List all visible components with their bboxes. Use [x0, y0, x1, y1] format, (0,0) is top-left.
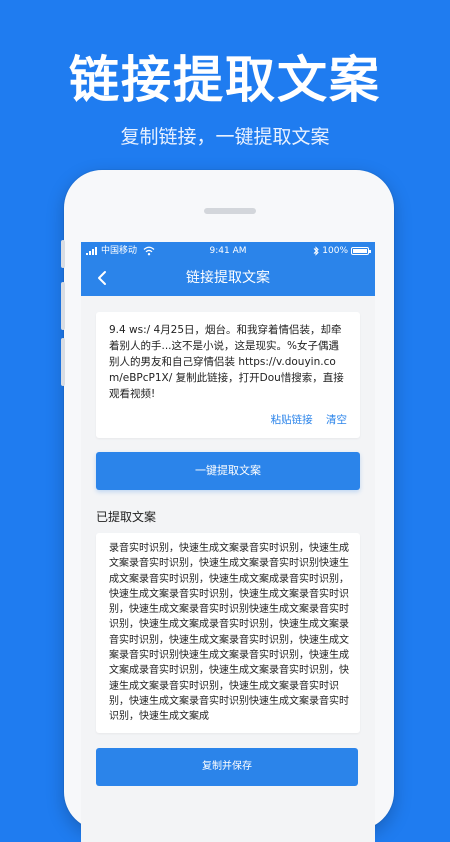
phone-mockup: 中国移动 9:41 AM 100% 链接提取文案 9.4 ws:/ 4月25日，…	[61, 170, 394, 842]
clear-button[interactable]: 清空	[326, 414, 347, 426]
phone-speaker	[204, 208, 256, 214]
nav-title: 链接提取文案	[186, 270, 270, 286]
app-header: 中国移动 9:41 AM 100% 链接提取文案	[81, 242, 375, 296]
phone-mute-switch	[61, 240, 65, 268]
status-bar: 中国移动 9:41 AM 100%	[81, 242, 375, 260]
battery-percent: 100%	[322, 246, 348, 256]
result-section-title: 已提取文案	[96, 510, 157, 524]
battery-icon	[351, 247, 371, 255]
paste-link-button[interactable]: 粘贴链接	[271, 414, 313, 426]
phone-volume-up	[61, 282, 65, 330]
promo-title: 链接提取文案	[69, 51, 381, 109]
promo-subtitle: 复制链接，一键提取文案	[120, 126, 330, 148]
nav-bar: 链接提取文案	[81, 260, 375, 296]
extract-button[interactable]: 一键提取文案	[96, 452, 360, 490]
link-input-text[interactable]: 9.4 ws:/ 4月25日，烟台。和我穿着情侣装，却牵着别人的手...这不是小…	[109, 322, 349, 402]
app-screen: 中国移动 9:41 AM 100% 链接提取文案 9.4 ws:/ 4月25日，…	[81, 242, 375, 842]
result-text: 录音实时识别，快速生成文案录音实时识别，快速生成文案录音实时识别，快速生成文案录…	[109, 543, 349, 723]
copy-save-button[interactable]: 复制并保存	[96, 748, 358, 786]
input-actions: 粘贴链接 清空	[261, 412, 347, 427]
phone-volume-down	[61, 338, 65, 386]
link-input-card[interactable]: 9.4 ws:/ 4月25日，烟台。和我穿着情侣装，却牵着别人的手...这不是小…	[96, 312, 360, 438]
bluetooth-icon	[313, 246, 319, 256]
status-right: 100%	[312, 242, 371, 260]
result-card: 录音实时识别，快速生成文案录音实时识别，快速生成文案录音实时识别，快速生成文案录…	[96, 533, 360, 733]
